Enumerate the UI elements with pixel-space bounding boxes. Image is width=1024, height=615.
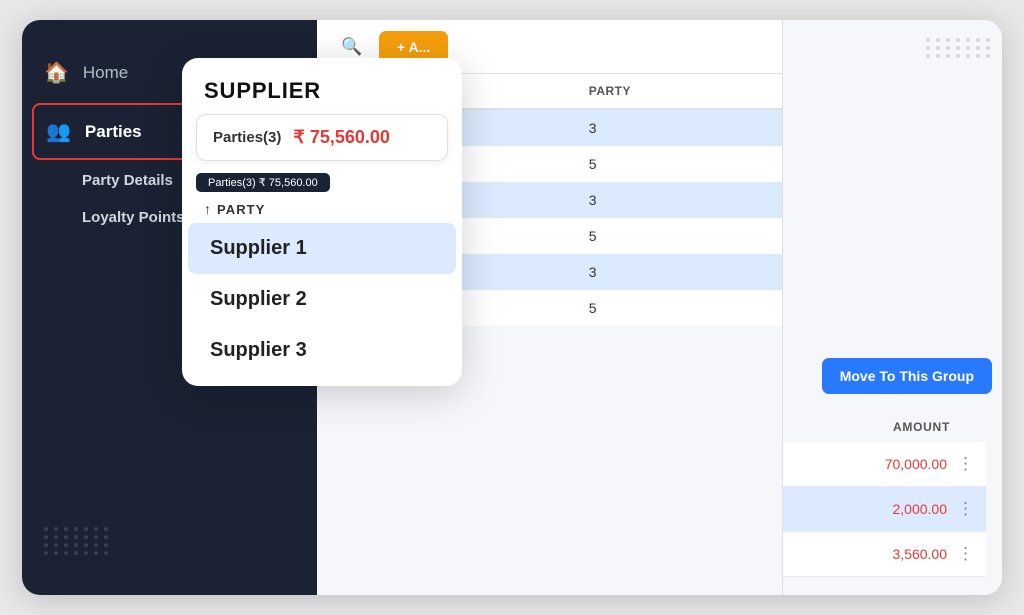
supplier-list-item-3[interactable]: Supplier 3 <box>188 325 456 376</box>
amount-column-header: AMOUNT <box>783 412 986 442</box>
row-menu-button[interactable]: ⋮ <box>953 497 978 521</box>
move-to-group-button[interactable]: Move To This Group <box>822 358 992 394</box>
right-decorative-dots <box>926 38 992 58</box>
arrow-up-icon: ↑ <box>204 201 212 217</box>
supplier-popup-title: SUPPLIER <box>182 78 462 114</box>
sidebar-decorative-dots <box>44 527 110 555</box>
col-party: PARTY <box>573 74 782 109</box>
summary-label: Parties(3) <box>213 129 281 146</box>
main-container: 🏠 Home 👥 Parties Party Details Loyalty P… <box>22 20 1002 595</box>
supplier-list-item-2[interactable]: Supplier 2 <box>188 274 456 325</box>
row-menu-button[interactable]: ⋮ <box>953 542 978 566</box>
amount-row-2: 2,000.00 ⋮ <box>783 487 986 532</box>
amount-row-1: 70,000.00 ⋮ <box>783 442 986 487</box>
supplier-list-item-1[interactable]: Supplier 1 <box>188 223 456 274</box>
row-menu-button[interactable]: ⋮ <box>953 452 978 476</box>
parties-icon: 👥 <box>46 119 71 144</box>
summary-amount: ₹ 75,560.00 <box>293 127 390 148</box>
home-icon: 🏠 <box>44 60 69 85</box>
right-panel: Move To This Group AMOUNT 70,000.00 ⋮ 2,… <box>782 20 1002 595</box>
supplier-summary-card[interactable]: Parties(3) ₹ 75,560.00 <box>196 114 448 161</box>
popup-party-header: ↑ PARTY <box>182 197 462 223</box>
sidebar-label-parties: Parties <box>85 122 142 142</box>
amount-row-3: 3,560.00 ⋮ <box>783 532 986 577</box>
tooltip-label: Parties(3) ₹ 75,560.00 <box>196 173 330 192</box>
sidebar-label-home: Home <box>83 63 128 83</box>
supplier-popup: SUPPLIER Parties(3) ₹ 75,560.00 Parties(… <box>182 58 462 386</box>
